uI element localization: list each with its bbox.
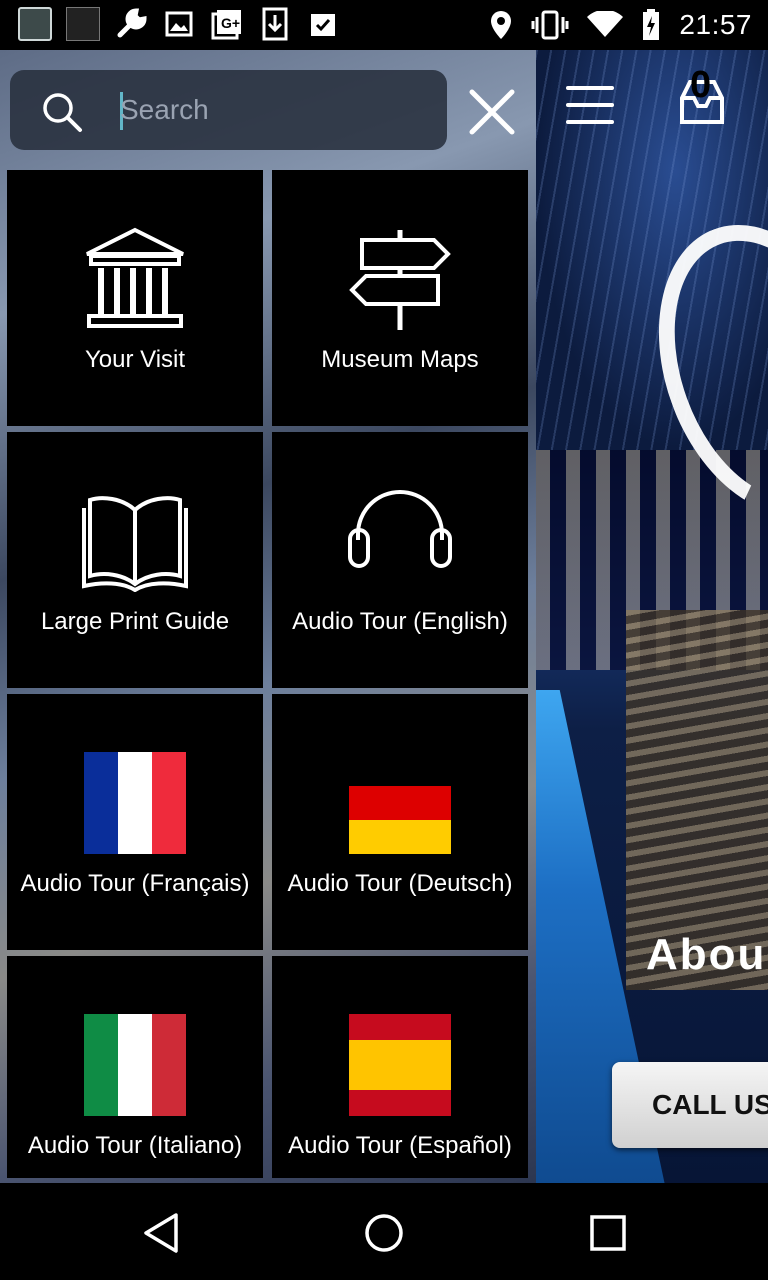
tile-your-visit[interactable]: Your Visit bbox=[7, 170, 263, 426]
menu-icon[interactable] bbox=[566, 86, 614, 124]
tile-label: Audio Tour (Deutsch) bbox=[287, 870, 513, 897]
open-book-icon bbox=[82, 496, 188, 592]
search-icon bbox=[43, 93, 82, 132]
french-flag-icon bbox=[84, 752, 186, 854]
svg-text:G+: G+ bbox=[221, 15, 240, 31]
download-icon bbox=[258, 7, 292, 41]
tile-audio-tour-german[interactable]: Audio Tour (Deutsch) bbox=[272, 694, 528, 950]
clock: 21:57 bbox=[679, 9, 752, 40]
search-input[interactable] bbox=[120, 88, 440, 132]
side-drawer: Your Visit Museum Maps Large Print Guide bbox=[0, 50, 536, 1183]
close-icon[interactable] bbox=[466, 86, 518, 138]
museum-building-icon bbox=[86, 227, 184, 328]
tile-audio-tour-french[interactable]: Audio Tour (Français) bbox=[7, 694, 263, 950]
tile-label: Audio Tour (Français) bbox=[20, 870, 250, 897]
headphones-icon bbox=[348, 490, 452, 568]
tile-label: Audio Tour (English) bbox=[292, 608, 508, 635]
tile-audio-tour-italian[interactable]: Audio Tour (Italiano) bbox=[7, 956, 263, 1178]
call-us-button[interactable]: CALL US bbox=[612, 1062, 768, 1148]
back-icon[interactable] bbox=[140, 1211, 184, 1255]
recents-icon[interactable] bbox=[586, 1211, 630, 1255]
tile-label: Your Visit bbox=[84, 346, 186, 373]
home-icon[interactable] bbox=[362, 1211, 406, 1255]
tile-label: Audio Tour (Italiano) bbox=[27, 1132, 243, 1159]
vibrate-icon bbox=[531, 10, 569, 40]
launcher-app-icon bbox=[18, 7, 52, 41]
about-heading: Abou bbox=[646, 930, 767, 979]
wifi-icon bbox=[587, 11, 624, 37]
search-bar bbox=[10, 70, 447, 150]
wrench-icon bbox=[114, 7, 148, 41]
notification-icons: G+ bbox=[18, 7, 340, 41]
tile-audio-tour-english[interactable]: Audio Tour (English) bbox=[272, 432, 528, 688]
battery-charging-icon bbox=[643, 9, 660, 40]
tile-label: Audio Tour (Español) bbox=[288, 1132, 512, 1159]
location-icon bbox=[491, 11, 512, 39]
sky-app-icon bbox=[66, 7, 100, 41]
italian-flag-icon bbox=[84, 1014, 186, 1116]
spanish-flag-icon bbox=[349, 1014, 451, 1116]
tile-museum-maps[interactable]: Museum Maps bbox=[272, 170, 528, 426]
tile-label: Museum Maps bbox=[321, 346, 479, 373]
clipboard-check-icon bbox=[306, 7, 340, 41]
museum-hero-image bbox=[536, 50, 768, 1183]
basket-count: 0 bbox=[690, 64, 712, 106]
status-bar: G+ 21:57 bbox=[0, 0, 768, 50]
navigation-bar bbox=[0, 1183, 768, 1280]
tile-audio-tour-spanish[interactable]: Audio Tour (Español) bbox=[272, 956, 528, 1178]
tile-large-print-guide[interactable]: Large Print Guide bbox=[7, 432, 263, 688]
tile-label: Large Print Guide bbox=[40, 608, 230, 635]
signpost-icon bbox=[349, 230, 451, 330]
german-flag-icon bbox=[349, 786, 451, 854]
image-icon bbox=[162, 7, 196, 41]
google-plus-icon: G+ bbox=[210, 7, 244, 41]
system-icons: 21:57 bbox=[489, 0, 752, 50]
